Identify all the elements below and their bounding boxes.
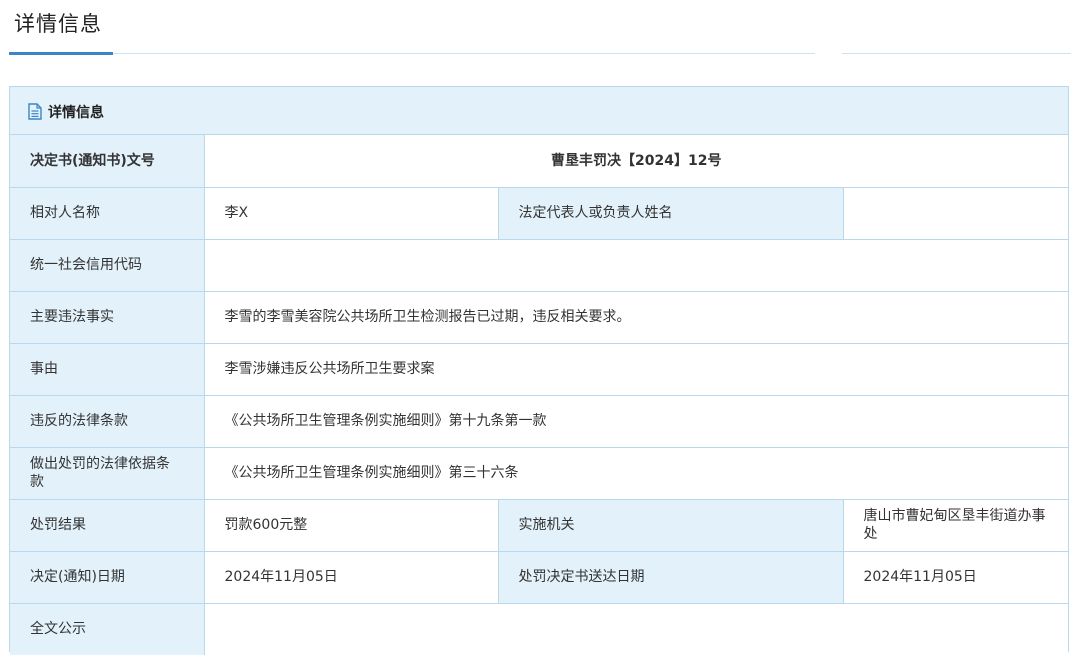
page-title: 详情信息 [14, 12, 102, 36]
table-row: 决定书(通知书)文号 曹垦丰罚决【2024】12号 [10, 135, 1069, 188]
violated-law-label: 违反的法律条款 [10, 394, 205, 448]
delivery-date-value: 2024年11月05日 [842, 550, 1069, 604]
legal-rep-label: 法定代表人或负责人姓名 [497, 186, 844, 240]
result-label: 处罚结果 [10, 498, 205, 552]
document-icon [28, 103, 42, 120]
delivery-date-label: 处罚决定书送达日期 [497, 550, 844, 604]
full-text-label: 全文公示 [10, 602, 205, 655]
penalty-basis-value: 《公共场所卫生管理条例实施细则》第三十六条 [203, 446, 1069, 500]
page-header: 详情信息 [0, 0, 1077, 56]
credit-code-value [203, 238, 1069, 292]
result-value: 罚款600元整 [203, 498, 499, 552]
detail-table: 决定书(通知书)文号 曹垦丰罚决【2024】12号 相对人名称 李X 法定代表人… [10, 135, 1069, 655]
cause-label: 事由 [10, 342, 205, 396]
header-divider [9, 53, 815, 54]
table-row: 处罚结果 罚款600元整 实施机关 唐山市曹妃甸区垦丰街道办事处 [10, 498, 1069, 552]
party-name-value: 李X [203, 186, 499, 240]
detail-panel: 详情信息 决定书(通知书)文号 曹垦丰罚决【2024】12号 相对人名称 李X … [9, 86, 1069, 655]
header-divider-right [842, 53, 1071, 54]
table-row: 违反的法律条款 《公共场所卫生管理条例实施细则》第十九条第一款 [10, 394, 1069, 448]
table-row: 决定(通知)日期 2024年11月05日 处罚决定书送达日期 2024年11月0… [10, 550, 1069, 604]
table-row: 主要违法事实 李雪的李雪美容院公共场所卫生检测报告已过期，违反相关要求。 [10, 290, 1069, 344]
violated-law-value: 《公共场所卫生管理条例实施细则》第十九条第一款 [203, 394, 1069, 448]
decision-no-label: 决定书(通知书)文号 [10, 135, 205, 188]
agency-label: 实施机关 [497, 498, 844, 552]
table-row: 做出处罚的法律依据条款 《公共场所卫生管理条例实施细则》第三十六条 [10, 446, 1069, 500]
table-row: 事由 李雪涉嫌违反公共场所卫生要求案 [10, 342, 1069, 396]
penalty-basis-label: 做出处罚的法律依据条款 [10, 446, 205, 500]
panel-header: 详情信息 [10, 87, 1068, 135]
legal-rep-value [842, 186, 1069, 240]
active-tab-indicator [9, 52, 113, 55]
panel-title: 详情信息 [48, 105, 104, 121]
decision-no-value: 曹垦丰罚决【2024】12号 [203, 135, 1069, 188]
full-text-value [203, 602, 1069, 655]
table-row: 统一社会信用代码 [10, 238, 1069, 292]
decision-date-label: 决定(通知)日期 [10, 550, 205, 604]
table-row: 全文公示 [10, 602, 1069, 655]
decision-date-value: 2024年11月05日 [203, 550, 499, 604]
facts-value: 李雪的李雪美容院公共场所卫生检测报告已过期，违反相关要求。 [203, 290, 1069, 344]
table-row: 相对人名称 李X 法定代表人或负责人姓名 [10, 186, 1069, 240]
party-name-label: 相对人名称 [10, 186, 205, 240]
cause-value: 李雪涉嫌违反公共场所卫生要求案 [203, 342, 1069, 396]
agency-value: 唐山市曹妃甸区垦丰街道办事处 [842, 498, 1069, 552]
credit-code-label: 统一社会信用代码 [10, 238, 205, 292]
facts-label: 主要违法事实 [10, 290, 205, 344]
